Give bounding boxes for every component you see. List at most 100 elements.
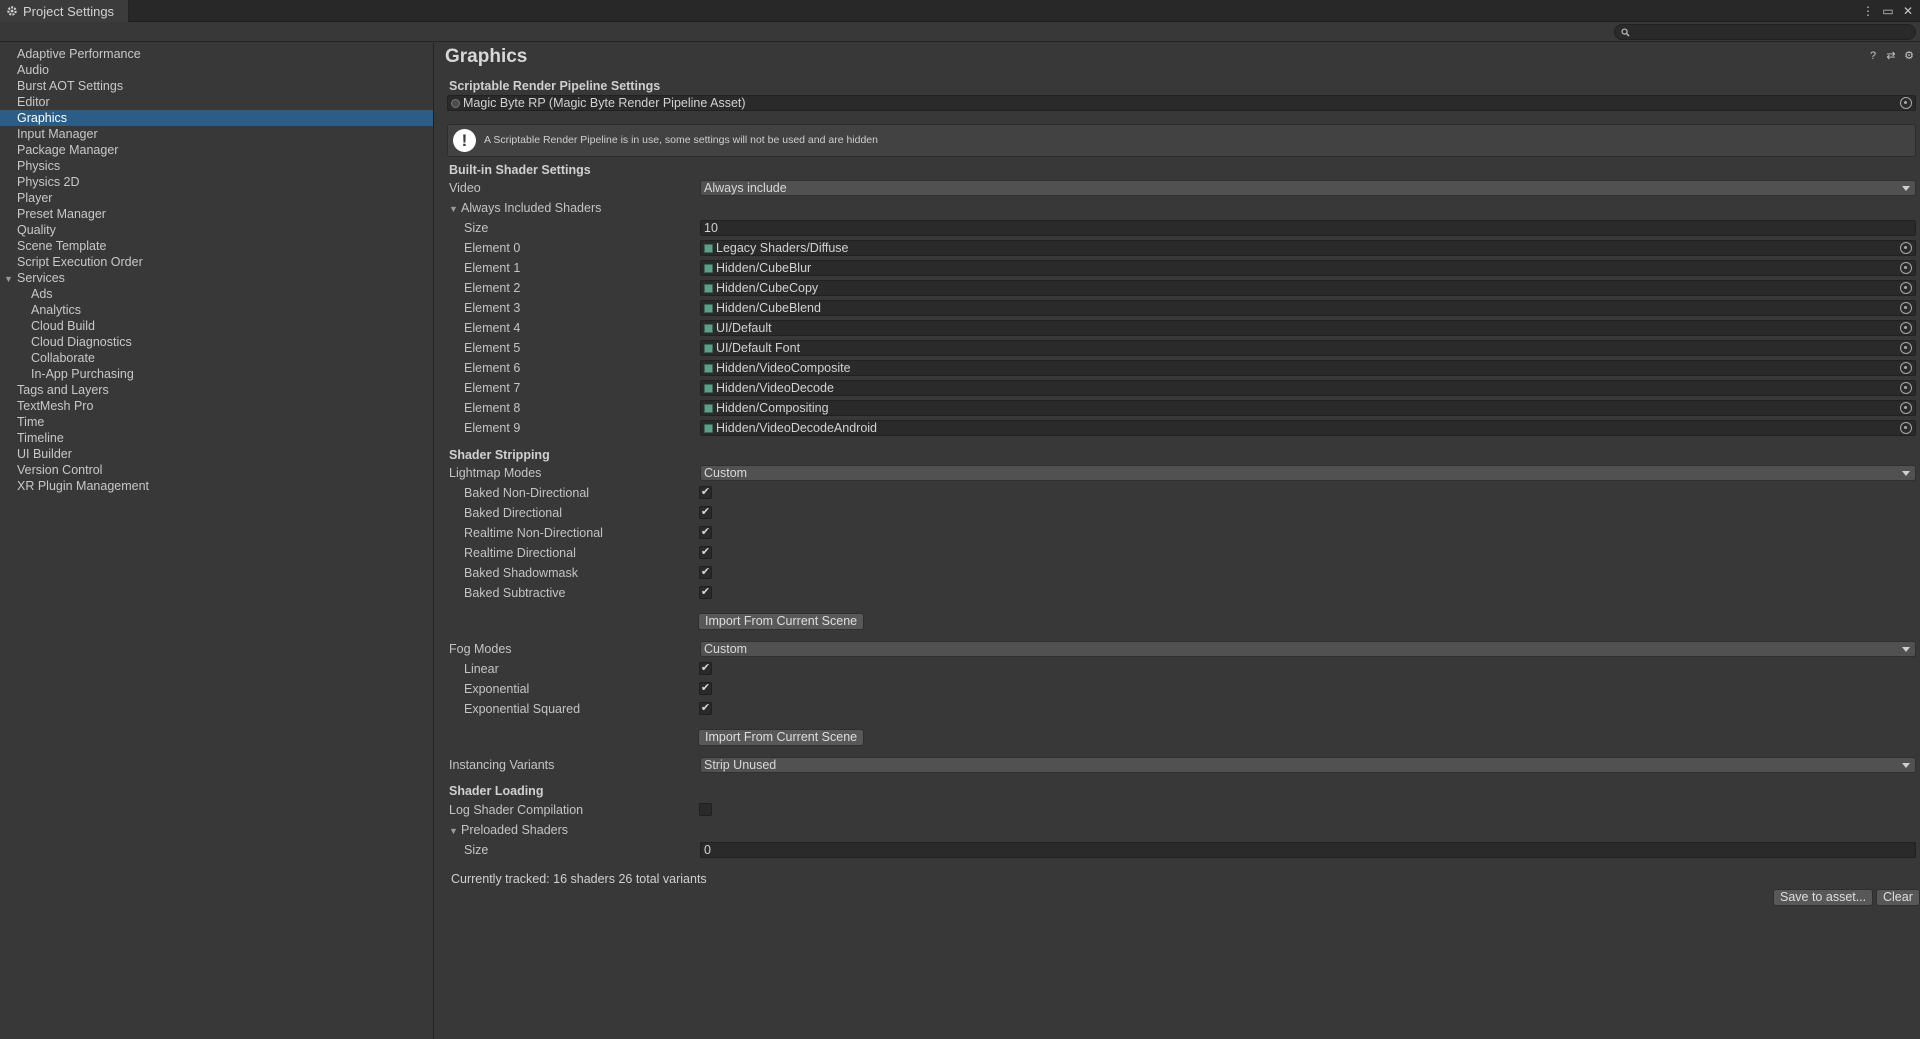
object-picker-icon[interactable] — [1900, 242, 1912, 254]
shader-element-field[interactable]: Hidden/CubeCopy — [700, 280, 1916, 296]
option-checkbox[interactable]: ✔ — [699, 566, 712, 579]
sidebar-item-time[interactable]: Time — [0, 414, 433, 430]
settings-gear-icon[interactable]: ⚙ — [1903, 50, 1915, 62]
sidebar-item-script-execution-order[interactable]: Script Execution Order — [0, 254, 433, 270]
sidebar-item-ui-builder[interactable]: UI Builder — [0, 446, 433, 462]
object-picker-icon[interactable] — [1900, 322, 1912, 334]
object-picker-icon[interactable] — [1900, 422, 1912, 434]
sidebar-item-graphics[interactable]: Graphics — [0, 110, 433, 126]
chevron-down-icon — [1902, 763, 1910, 768]
sidebar-item-burst-aot-settings[interactable]: Burst AOT Settings — [0, 78, 433, 94]
fog-modes-dropdown[interactable]: Custom — [700, 641, 1916, 657]
srp-asset-field[interactable]: Magic Byte RP (Magic Byte Render Pipelin… — [447, 95, 1916, 111]
option-checkbox[interactable]: ✔ — [699, 506, 712, 519]
shader-element-field[interactable]: Hidden/CubeBlur — [700, 260, 1916, 276]
sidebar-item-preset-manager[interactable]: Preset Manager — [0, 206, 433, 222]
always-included-foldout[interactable]: ▼ Always Included Shaders — [449, 199, 601, 217]
import-fog-button[interactable]: Import From Current Scene — [698, 729, 865, 746]
shader-element-field[interactable]: Legacy Shaders/Diffuse — [700, 240, 1916, 256]
shader-element-field[interactable]: UI/Default — [700, 320, 1916, 336]
sidebar-item-package-manager[interactable]: Package Manager — [0, 142, 433, 158]
clear-button[interactable]: Clear — [1876, 889, 1920, 906]
option-checkbox[interactable]: ✔ — [699, 682, 712, 695]
instancing-variants-dropdown[interactable]: Strip Unused — [700, 757, 1916, 773]
sidebar-item-timeline[interactable]: Timeline — [0, 430, 433, 446]
object-picker-icon[interactable] — [1900, 342, 1912, 354]
help-icon[interactable]: ? — [1867, 50, 1879, 62]
object-picker-icon[interactable] — [1900, 362, 1912, 374]
close-icon[interactable]: ✕ — [1902, 4, 1914, 18]
option-label: Linear — [464, 662, 499, 676]
sidebar-item-label: Tags and Layers — [17, 383, 109, 397]
object-picker-icon[interactable] — [1900, 302, 1912, 314]
log-shader-compilation-checkbox[interactable] — [699, 803, 712, 816]
sidebar-item-label: Timeline — [17, 431, 64, 445]
object-picker-icon[interactable] — [1900, 97, 1912, 109]
sidebar-item-scene-template[interactable]: Scene Template — [0, 238, 433, 254]
sidebar-item-audio[interactable]: Audio — [0, 62, 433, 78]
preloaded-size-field[interactable]: 0 — [700, 842, 1916, 858]
sidebar-item-quality[interactable]: Quality — [0, 222, 433, 238]
sidebar-item-label: Physics 2D — [17, 175, 80, 189]
shader-element-field[interactable]: Hidden/CubeBlend — [700, 300, 1916, 316]
save-to-asset-button[interactable]: Save to asset... — [1773, 889, 1874, 906]
instancing-variants-value: Strip Unused — [704, 758, 777, 772]
search-input[interactable] — [1633, 25, 1903, 39]
video-dropdown[interactable]: Always include — [700, 180, 1916, 196]
sidebar-item-input-manager[interactable]: Input Manager — [0, 126, 433, 142]
sidebar-item-analytics[interactable]: Analytics — [0, 302, 433, 318]
sidebar-item-adaptive-performance[interactable]: Adaptive Performance — [0, 46, 433, 62]
object-picker-icon[interactable] — [1900, 402, 1912, 414]
sidebar-item-collaborate[interactable]: Collaborate — [0, 350, 433, 366]
sidebar-item-cloud-build[interactable]: Cloud Build — [0, 318, 433, 334]
shader-element-field[interactable]: Hidden/VideoDecode — [700, 380, 1916, 396]
option-checkbox[interactable]: ✔ — [699, 586, 712, 599]
object-picker-icon[interactable] — [1900, 282, 1912, 294]
shader-icon — [704, 344, 713, 353]
sidebar-item-label: Player — [17, 191, 53, 205]
sidebar-item-ads[interactable]: Ads — [0, 286, 433, 302]
window-controls: ⋮ ▭ ✕ — [1862, 2, 1914, 20]
tab-project-settings[interactable]: Project Settings — [0, 0, 129, 22]
shader-element-value: UI/Default Font — [716, 341, 801, 355]
sidebar-item-physics-2d[interactable]: Physics 2D — [0, 174, 433, 190]
option-checkbox[interactable]: ✔ — [699, 486, 712, 499]
maximize-icon[interactable]: ▭ — [1882, 4, 1894, 18]
option-checkbox[interactable]: ✔ — [699, 546, 712, 559]
sidebar-item-textmesh-pro[interactable]: TextMesh Pro — [0, 398, 433, 414]
sidebar-item-xr-plugin-management[interactable]: XR Plugin Management — [0, 478, 433, 494]
sidebar-item-player[interactable]: Player — [0, 190, 433, 206]
foldout-open-icon[interactable]: ▼ — [4, 271, 17, 287]
shader-element-field[interactable]: Hidden/VideoComposite — [700, 360, 1916, 376]
sidebar-item-version-control[interactable]: Version Control — [0, 462, 433, 478]
sidebar-item-physics[interactable]: Physics — [0, 158, 433, 174]
shader-icon — [704, 424, 713, 433]
lightmap-modes-dropdown[interactable]: Custom — [700, 465, 1916, 481]
shader-element-field[interactable]: Hidden/VideoDecodeAndroid — [700, 420, 1916, 436]
preset-icon[interactable]: ⇄ — [1885, 50, 1897, 62]
option-checkbox[interactable]: ✔ — [699, 702, 712, 715]
sidebar-item-in-app-purchasing[interactable]: In-App Purchasing — [0, 366, 433, 382]
option-checkbox[interactable]: ✔ — [699, 526, 712, 539]
more-icon[interactable]: ⋮ — [1862, 4, 1874, 18]
sidebar-item-label: Cloud Build — [31, 319, 95, 333]
tab-title: Project Settings — [23, 3, 115, 19]
shader-element-field[interactable]: Hidden/Compositing — [700, 400, 1916, 416]
sidebar-item-cloud-diagnostics[interactable]: Cloud Diagnostics — [0, 334, 433, 350]
shader-element-label: Element 5 — [464, 341, 521, 355]
always-included-size-field[interactable]: 10 — [700, 220, 1916, 236]
object-picker-icon[interactable] — [1900, 382, 1912, 394]
import-lightmap-button[interactable]: Import From Current Scene — [698, 613, 865, 630]
shader-element-label: Element 1 — [464, 261, 521, 275]
sidebar-item-tags-and-layers[interactable]: Tags and Layers — [0, 382, 433, 398]
sidebar-item-editor[interactable]: Editor — [0, 94, 433, 110]
search-box[interactable] — [1614, 24, 1916, 40]
preloaded-shaders-foldout[interactable]: ▼ Preloaded Shaders — [449, 821, 568, 839]
sidebar-item-label: XR Plugin Management — [17, 479, 150, 493]
chevron-down-icon — [1902, 186, 1910, 191]
sidebar-item-services[interactable]: ▼ Services — [0, 270, 433, 286]
object-picker-icon[interactable] — [1900, 262, 1912, 274]
option-checkbox[interactable]: ✔ — [699, 662, 712, 675]
shader-element-field[interactable]: UI/Default Font — [700, 340, 1916, 356]
gear-icon — [7, 6, 17, 16]
